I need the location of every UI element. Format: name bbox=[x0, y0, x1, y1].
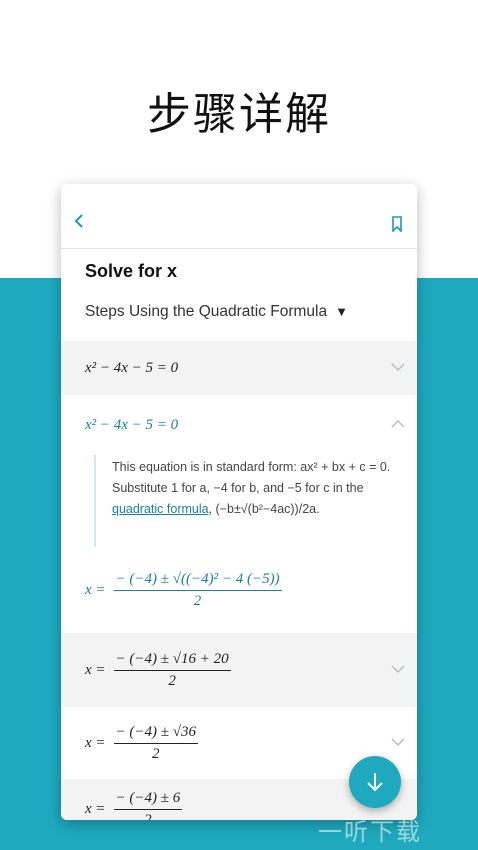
chevron-down-icon bbox=[391, 665, 405, 674]
step-equation: x² − 4x − 5 = 0 bbox=[85, 416, 179, 433]
step-explanation: This equation is in standard form: ax² +… bbox=[94, 455, 393, 547]
fraction-denominator: 2 bbox=[144, 811, 152, 821]
step-lhs: x = bbox=[85, 661, 106, 678]
explanation-formula: , (−b±√(b²−4ac))/2a. bbox=[208, 502, 320, 516]
step-row-4[interactable]: x = − (−4) ± √16 + 20 2 bbox=[61, 633, 417, 707]
method-label: Steps Using the Quadratic Formula bbox=[85, 303, 328, 320]
solve-title: Solve for x bbox=[85, 261, 178, 281]
fraction-denominator: 2 bbox=[168, 672, 176, 689]
step-lhs: x = bbox=[85, 800, 106, 817]
step-equation: x² − 4x − 5 = 0 bbox=[85, 359, 179, 376]
fraction-numerator: − (−4) ± 6 bbox=[113, 790, 183, 810]
watermark: 一听下载 bbox=[318, 818, 422, 846]
step-lhs: x = bbox=[85, 734, 106, 751]
back-button[interactable] bbox=[73, 212, 89, 232]
method-dropdown[interactable]: Steps Using the Quadratic Formula ▼ bbox=[61, 295, 417, 341]
step-row-3[interactable]: x = − (−4) ± √((−4)² − 4 (−5)) 2 bbox=[61, 547, 417, 633]
fraction-denominator: 2 bbox=[152, 745, 160, 762]
step-row-2-expanded[interactable]: x² − 4x − 5 = 0 bbox=[61, 395, 417, 455]
caret-down-icon: ▼ bbox=[335, 304, 348, 319]
fraction-numerator: − (−4) ± √36 bbox=[113, 724, 198, 744]
solution-card: Solve for x Steps Using the Quadratic Fo… bbox=[61, 184, 417, 820]
arrow-down-icon bbox=[367, 773, 383, 792]
fraction: − (−4) ± 6 2 bbox=[113, 790, 183, 821]
chevron-down-icon bbox=[391, 363, 405, 372]
fraction-denominator: 2 bbox=[193, 592, 202, 609]
chevron-down-icon bbox=[391, 738, 405, 747]
step-row-1[interactable]: x² − 4x − 5 = 0 bbox=[61, 341, 417, 395]
fraction: − (−4) ± √36 2 bbox=[113, 724, 198, 763]
quadratic-formula-link[interactable]: quadratic formula bbox=[112, 502, 209, 516]
explanation-text: This equation is in standard form: ax² +… bbox=[112, 460, 391, 495]
bookmark-icon bbox=[392, 216, 402, 233]
page-headline: 步骤详解 bbox=[147, 89, 331, 140]
scroll-down-button[interactable] bbox=[349, 756, 401, 808]
chevron-up-icon bbox=[391, 419, 405, 428]
fraction: − (−4) ± √((−4)² − 4 (−5)) 2 bbox=[113, 571, 282, 610]
card-toolbar bbox=[61, 184, 417, 249]
chevron-left-icon bbox=[74, 214, 83, 228]
bookmark-button[interactable] bbox=[391, 216, 403, 236]
fraction-numerator: − (−4) ± √((−4)² − 4 (−5)) bbox=[113, 571, 282, 591]
fraction: − (−4) ± √16 + 20 2 bbox=[113, 651, 231, 690]
step-lhs: x = bbox=[85, 581, 106, 598]
fraction-numerator: − (−4) ± √16 + 20 bbox=[113, 651, 231, 671]
